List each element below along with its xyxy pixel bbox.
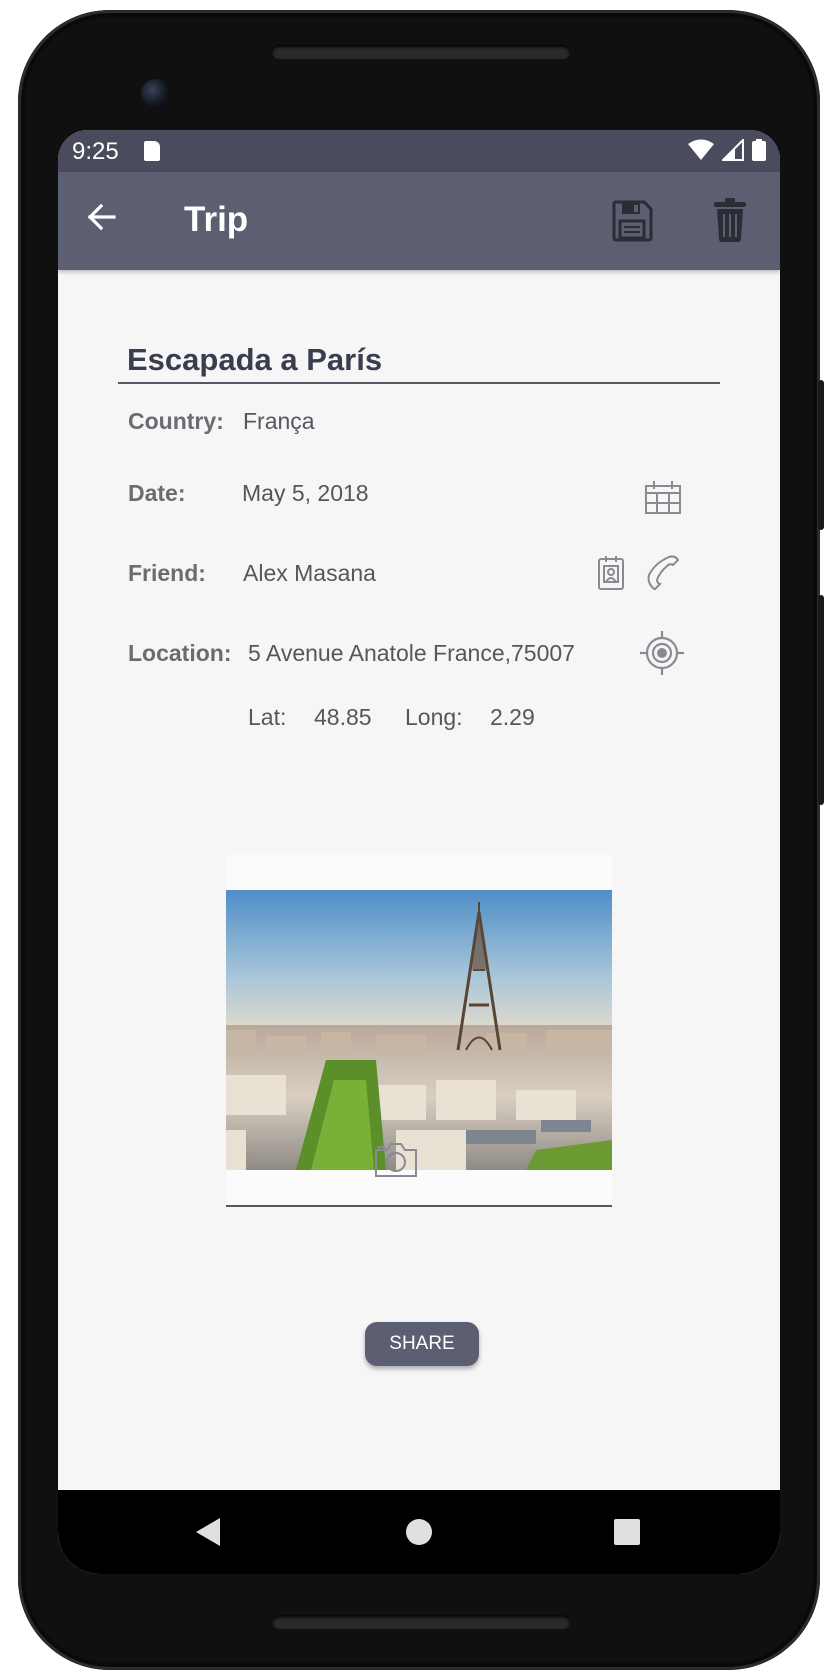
gps-target-icon[interactable] bbox=[639, 630, 685, 676]
sd-card-icon bbox=[144, 141, 160, 161]
power-button bbox=[818, 595, 824, 805]
signal-icon bbox=[722, 139, 744, 161]
country-value[interactable]: França bbox=[243, 408, 315, 435]
bottom-speaker bbox=[272, 1615, 570, 1629]
trip-name-field[interactable]: Escapada a París bbox=[118, 332, 720, 384]
latitude-label: Lat: bbox=[248, 704, 287, 730]
nav-recents-icon[interactable] bbox=[614, 1519, 640, 1545]
friend-value: Alex Masana bbox=[243, 560, 376, 586]
wifi-icon bbox=[688, 139, 714, 160]
status-time: 9:25 bbox=[72, 138, 119, 165]
calendar-icon[interactable] bbox=[645, 480, 681, 514]
share-button[interactable]: SHARE bbox=[365, 1322, 479, 1366]
app-screen: 9:25 Trip Escapada a París Country: Fran… bbox=[58, 130, 780, 1574]
navigation-bar bbox=[58, 1490, 780, 1574]
longitude-value: 2.29 bbox=[490, 704, 535, 730]
photo-frame bbox=[226, 855, 612, 1207]
arrow-left-icon[interactable] bbox=[86, 202, 116, 232]
system-icons bbox=[688, 139, 766, 161]
location-value[interactable]: 5 Avenue Anatole France,75007 bbox=[248, 640, 575, 667]
floppy-disk-icon[interactable] bbox=[611, 200, 653, 242]
trash-icon[interactable] bbox=[713, 197, 747, 243]
date-label: Date: bbox=[128, 480, 186, 506]
top-speaker bbox=[272, 45, 570, 59]
latitude-value: 48.85 bbox=[314, 704, 372, 730]
friend-label: Friend: bbox=[128, 560, 206, 586]
date-value: May 5, 2018 bbox=[242, 480, 369, 506]
front-camera bbox=[141, 79, 169, 107]
nav-home-icon[interactable] bbox=[406, 1519, 432, 1545]
camera-icon[interactable] bbox=[374, 1142, 418, 1178]
phone-icon[interactable] bbox=[645, 555, 681, 591]
status-bar: 9:25 bbox=[58, 130, 780, 172]
country-label: Country: bbox=[128, 408, 224, 434]
app-title: Trip bbox=[184, 200, 249, 239]
longitude-label: Long: bbox=[405, 704, 463, 730]
nav-back-icon[interactable] bbox=[196, 1518, 220, 1546]
volume-button bbox=[818, 380, 824, 530]
location-label: Location: bbox=[128, 640, 232, 666]
trip-name-value: Escapada a París bbox=[127, 342, 383, 377]
eiffel-tower-photo[interactable] bbox=[226, 890, 612, 1170]
app-bar: Trip bbox=[58, 172, 780, 270]
contact-book-icon[interactable] bbox=[597, 555, 625, 591]
battery-icon bbox=[752, 139, 766, 161]
